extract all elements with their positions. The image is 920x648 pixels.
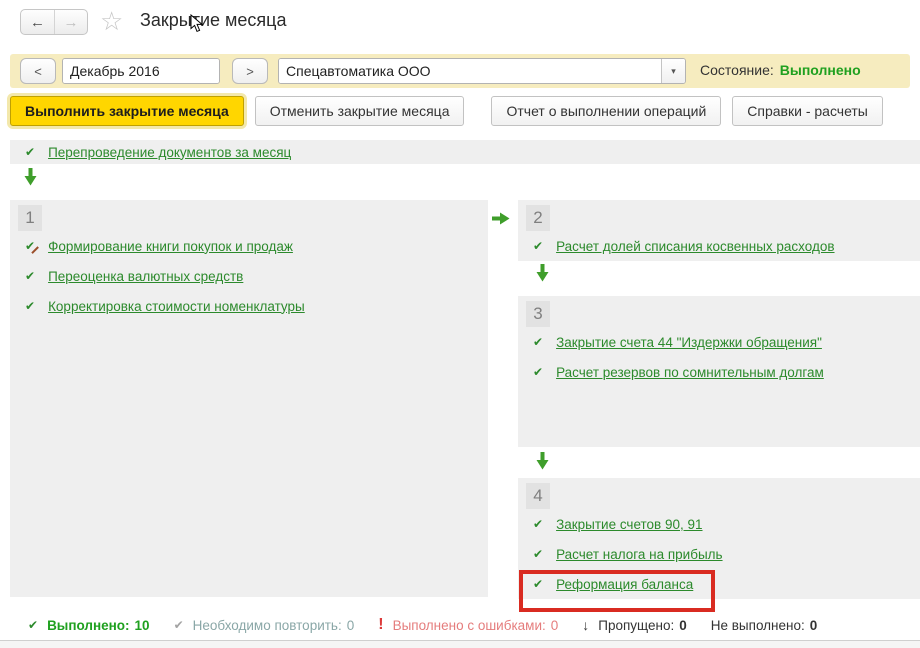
reposting-band: ✔ Перепроведение документов за месяц <box>10 140 920 164</box>
flow-down-arrow-icon <box>24 168 37 186</box>
task-link-account44-closing[interactable]: Закрытие счета 44 "Издержки обращения" <box>556 335 822 350</box>
history-nav-group: ← → <box>20 9 88 35</box>
task-row: ✔ Закрытие счетов 90, 91 <box>518 509 920 539</box>
footer-done: ✔ Выполнено: 10 <box>28 618 150 633</box>
flow-down-arrow-icon <box>536 264 549 282</box>
previous-period-button[interactable]: < <box>20 58 56 84</box>
task-row: ✔ Расчет долей списания косвенных расход… <box>518 231 920 261</box>
month-closing-window: ← → ☆ Закрытие месяца < ... > ▾ Состояни… <box>0 0 920 648</box>
stage-number: 1 <box>18 205 42 231</box>
task-link-accounts-90-91-closing[interactable]: Закрытие счетов 90, 91 <box>556 517 702 532</box>
references-calculations-button[interactable]: Справки - расчеты <box>732 96 883 126</box>
footer-not-done: Не выполнено: 0 <box>711 618 817 633</box>
check-icon: ✔ <box>28 619 38 631</box>
check-icon: ✔ <box>533 366 543 378</box>
check-icon: ✔ <box>533 240 543 252</box>
stage-block-1: 1 ✔ Формирование книги покупок и продаж … <box>10 200 488 597</box>
run-month-closing-button[interactable]: Выполнить закрытие месяца <box>10 96 244 126</box>
period-input[interactable] <box>63 59 220 83</box>
company-field-group: ▾ <box>278 58 686 84</box>
task-row: ✔ Формирование книги покупок и продаж <box>10 231 488 261</box>
footer-errors: ! Выполнено с ошибками: 0 <box>378 617 558 633</box>
mouse-cursor-icon <box>190 14 204 33</box>
page-title: Закрытие месяца <box>140 10 286 31</box>
check-edited-icon: ✔ <box>25 240 35 252</box>
stage-number: 2 <box>526 205 550 231</box>
task-link-purchase-sales-book[interactable]: Формирование книги покупок и продаж <box>48 239 293 254</box>
check-icon: ✔ <box>533 518 543 530</box>
favorite-star-icon[interactable]: ☆ <box>100 6 123 36</box>
footer-status-bar: ✔ Выполнено: 10 ✔ Необходимо повторить: … <box>0 611 920 639</box>
status-value: Выполнено <box>780 62 861 78</box>
status-label: Состояние: <box>700 62 774 78</box>
chevron-down-icon: ▾ <box>671 66 676 77</box>
check-icon: ✔ <box>25 146 35 158</box>
actions-row: Выполнить закрытие месяца Отменить закры… <box>10 96 883 126</box>
task-link-doubtful-debts-reserves[interactable]: Расчет резервов по сомнительным долгам <box>556 365 824 380</box>
period-field-group: ... <box>62 58 220 84</box>
window-bottom-strip <box>0 641 920 648</box>
footer-skipped: ↓ Пропущено: 0 <box>582 618 686 633</box>
down-arrow-icon: ↓ <box>582 618 589 632</box>
stage-number: 4 <box>526 483 550 509</box>
task-link-item-cost-adjustment[interactable]: Корректировка стоимости номенклатуры <box>48 299 305 314</box>
flow-right-arrow-icon <box>492 212 510 225</box>
task-row: ✔ Корректировка стоимости номенклатуры <box>10 291 488 321</box>
check-icon: ✔ <box>25 270 35 282</box>
cancel-month-closing-button[interactable]: Отменить закрытие месяца <box>255 96 465 126</box>
task-row: ✔ Закрытие счета 44 "Издержки обращения" <box>518 327 920 357</box>
task-row: ✔ Переоценка валютных средств <box>10 261 488 291</box>
check-gray-icon: ✔ <box>174 619 184 631</box>
company-dropdown-button[interactable]: ▾ <box>661 59 685 83</box>
exclamation-icon: ! <box>378 617 383 633</box>
task-link-income-tax-calculation[interactable]: Расчет налога на прибыль <box>556 547 723 562</box>
back-button[interactable]: ← <box>21 10 54 34</box>
check-icon: ✔ <box>25 300 35 312</box>
task-row: ✔ Расчет резервов по сомнительным долгам <box>518 357 920 387</box>
forward-button[interactable]: → <box>54 10 87 34</box>
highlight-rectangle <box>519 570 715 612</box>
footer-repeat: ✔ Необходимо повторить: 0 <box>174 618 355 633</box>
flow-down-arrow-icon <box>536 452 549 470</box>
task-row: ✔ Расчет налога на прибыль <box>518 539 920 569</box>
stage-block-2: 2 ✔ Расчет долей списания косвенных расх… <box>518 200 920 261</box>
operations-report-button[interactable]: Отчет о выполнении операций <box>491 96 721 126</box>
next-period-button[interactable]: > <box>232 58 268 84</box>
stage-block-3: 3 ✔ Закрытие счета 44 "Издержки обращени… <box>518 296 920 447</box>
check-icon: ✔ <box>533 548 543 560</box>
check-icon: ✔ <box>533 336 543 348</box>
stage-number: 3 <box>526 301 550 327</box>
period-toolbar: < ... > ▾ Состояние: Выполнено <box>10 54 910 88</box>
status-area: Состояние: Выполнено <box>700 62 861 78</box>
reposting-documents-link[interactable]: Перепроведение документов за месяц <box>48 145 291 160</box>
company-input[interactable] <box>279 59 661 83</box>
task-link-indirect-expenses[interactable]: Расчет долей списания косвенных расходов <box>556 239 834 254</box>
task-link-currency-revaluation[interactable]: Переоценка валютных средств <box>48 269 243 284</box>
